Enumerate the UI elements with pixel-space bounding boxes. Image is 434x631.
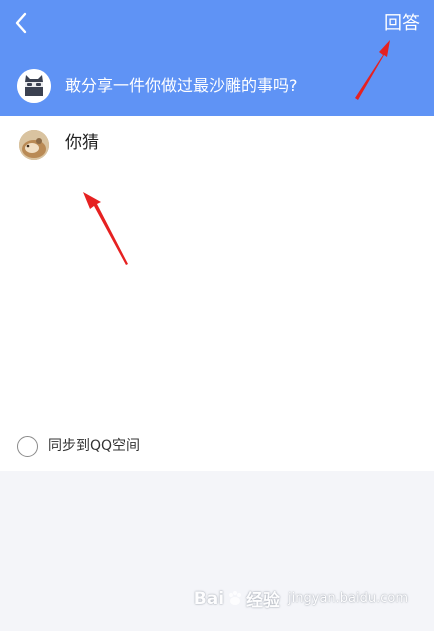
baidu-watermark: Bai 经验 jingyan.baidu.com: [193, 586, 408, 612]
watermark-brand-left: Bai: [193, 588, 225, 609]
paw-icon: [229, 590, 242, 605]
watermark-site: jingyan.baidu.com: [288, 591, 408, 606]
watermark-brand-right: 经验: [246, 591, 281, 611]
annotation-arrow-content: [83, 192, 128, 265]
